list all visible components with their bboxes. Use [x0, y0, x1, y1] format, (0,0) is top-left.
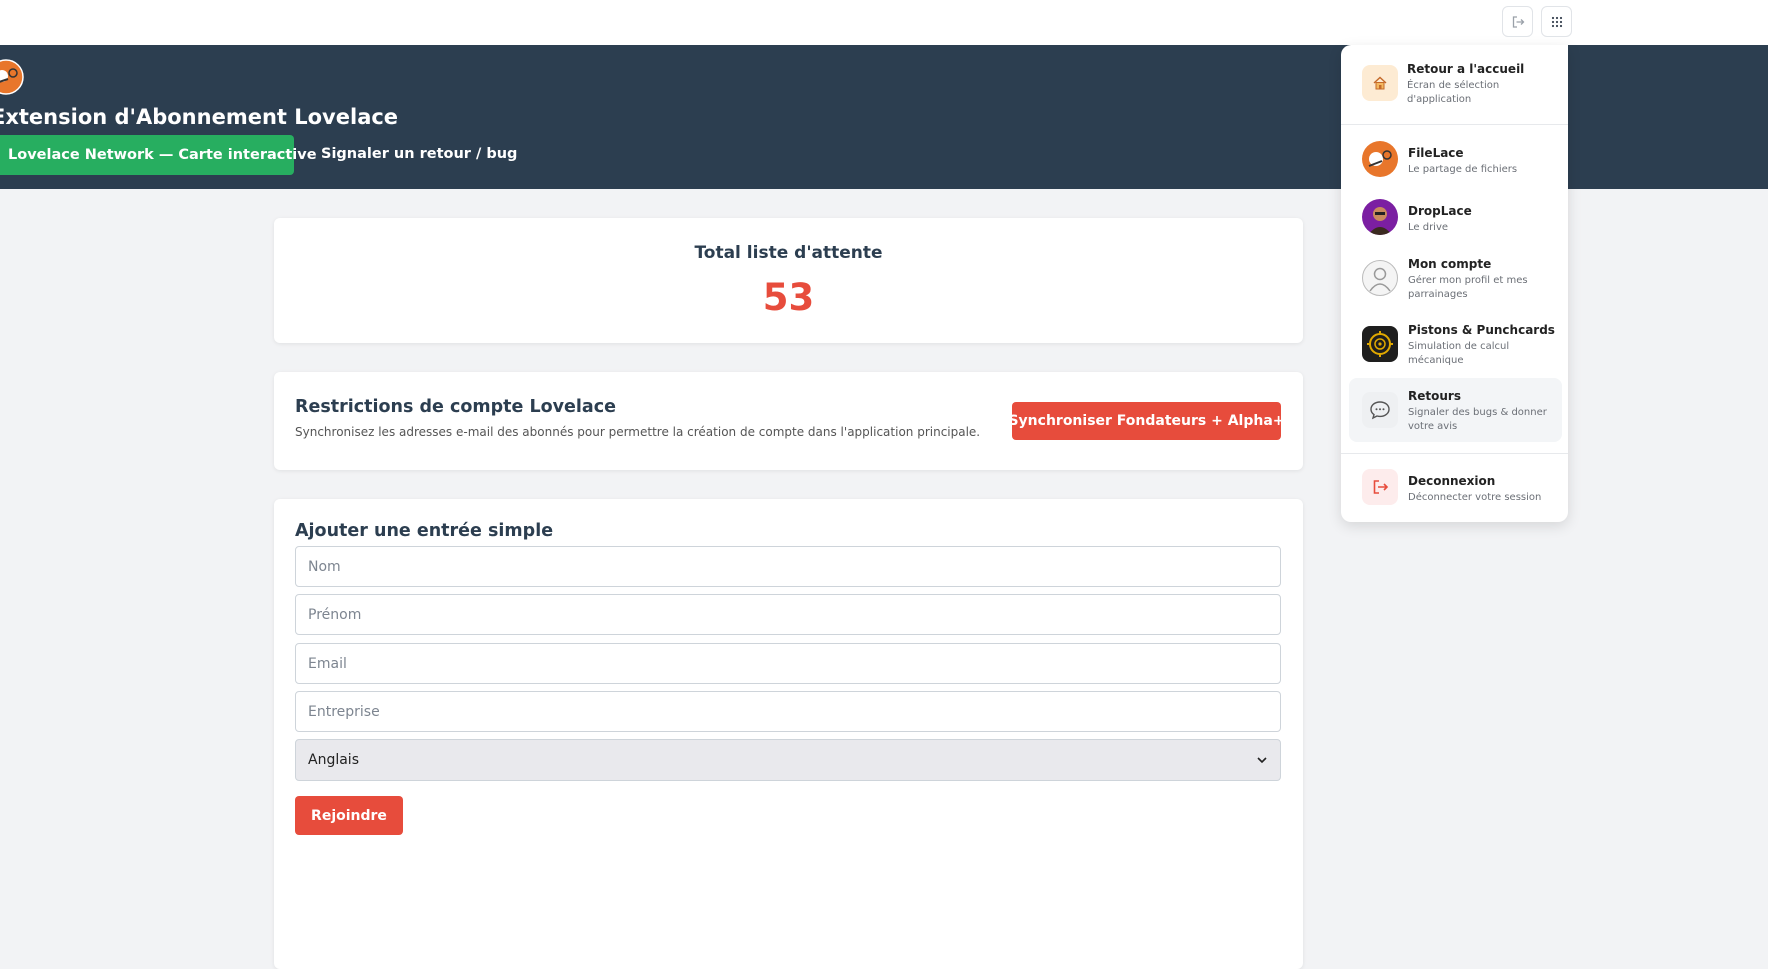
user-icon [1362, 260, 1398, 296]
gear-icon [1362, 326, 1398, 362]
top-bar [0, 0, 1768, 45]
prenom-input[interactable] [295, 594, 1281, 635]
chat-bubble-icon [1362, 392, 1398, 428]
menu-item-home[interactable]: Retour a l'accueil Écran de sélection d'… [1349, 59, 1562, 109]
menu-item-filelace[interactable]: FileLace Le partage de fichiers [1349, 141, 1562, 181]
menu-item-subtitle: Signaler des bugs & donner votre avis [1408, 407, 1547, 432]
page-title: Extension d'Abonnement Lovelace [0, 105, 399, 129]
add-entry-title: Ajouter une entrée simple [295, 521, 554, 541]
restrictions-card: Restrictions de compte Lovelace Synchron… [274, 372, 1303, 470]
menu-item-droplace[interactable]: DropLace Le drive [1349, 199, 1562, 239]
nom-input[interactable] [295, 546, 1281, 587]
menu-item-subtitle: Écran de sélection d'application [1407, 80, 1500, 105]
chevron-down-icon [1257, 757, 1267, 764]
menu-item-account[interactable]: Mon compte Gérer mon profil et mes parra… [1349, 256, 1562, 304]
language-selected-value: Anglais [308, 752, 359, 768]
waitlist-card: Total liste d'attente 53 [274, 218, 1303, 343]
menu-item-title: DropLace [1408, 204, 1472, 218]
restrictions-description: Synchronisez les adresses e-mail des abo… [295, 425, 981, 439]
menu-item-title: Retour a l'accueil [1407, 62, 1525, 76]
email-input[interactable] [295, 643, 1281, 684]
map-button[interactable]: Lovelace Network — Carte interactive [0, 135, 317, 175]
logout-icon [1512, 15, 1524, 28]
menu-item-title: Mon compte [1408, 257, 1492, 271]
menu-item-title: Retours [1408, 389, 1461, 403]
menu-item-logout[interactable]: Deconnexion Déconnecter votre session [1349, 469, 1562, 509]
menu-item-title: Deconnexion [1408, 474, 1496, 488]
entreprise-input[interactable] [295, 691, 1281, 732]
feedback-link[interactable]: Signaler un retour / bug [321, 146, 517, 162]
menu-item-subtitle: Gérer mon profil et mes parrainages [1408, 275, 1528, 300]
lovelace-logo-icon [0, 59, 24, 95]
menu-divider [1341, 124, 1568, 125]
menu-item-feedback[interactable]: Retours Signaler des bugs & donner votre… [1349, 378, 1562, 442]
menu-item-subtitle: Simulation de calcul mécanique [1408, 341, 1510, 366]
add-entry-card: Ajouter une entrée simple Anglais Rejoin… [274, 499, 1303, 969]
menu-item-subtitle: Déconnecter votre session [1408, 492, 1542, 503]
language-select[interactable]: Anglais [295, 739, 1281, 781]
menu-item-title: FileLace [1408, 146, 1464, 160]
menu-item-subtitle: Le drive [1408, 222, 1449, 233]
waitlist-count: 53 [762, 276, 815, 319]
app-switcher-menu: Retour a l'accueil Écran de sélection d'… [1341, 45, 1568, 522]
menu-item-title: Pistons & Punchcards [1408, 323, 1555, 337]
home-icon [1362, 65, 1398, 101]
restrictions-title: Restrictions de compte Lovelace [295, 397, 616, 417]
menu-item-pistons[interactable]: Pistons & Punchcards Simulation de calcu… [1349, 322, 1562, 370]
apps-menu-button[interactable] [1541, 6, 1572, 37]
waitlist-label: Total liste d'attente [694, 243, 883, 263]
sync-founders-button[interactable]: Synchroniser Fondateurs + Alpha+ [1008, 402, 1285, 440]
droplace-avatar-icon [1362, 199, 1398, 235]
join-button[interactable]: Rejoindre [295, 796, 403, 835]
filelace-logo-icon [1362, 141, 1398, 177]
logout-button[interactable] [1502, 6, 1533, 37]
menu-divider [1341, 453, 1568, 454]
logout-icon [1362, 469, 1398, 505]
menu-item-subtitle: Le partage de fichiers [1408, 164, 1518, 175]
apps-grid-icon [1551, 16, 1562, 27]
